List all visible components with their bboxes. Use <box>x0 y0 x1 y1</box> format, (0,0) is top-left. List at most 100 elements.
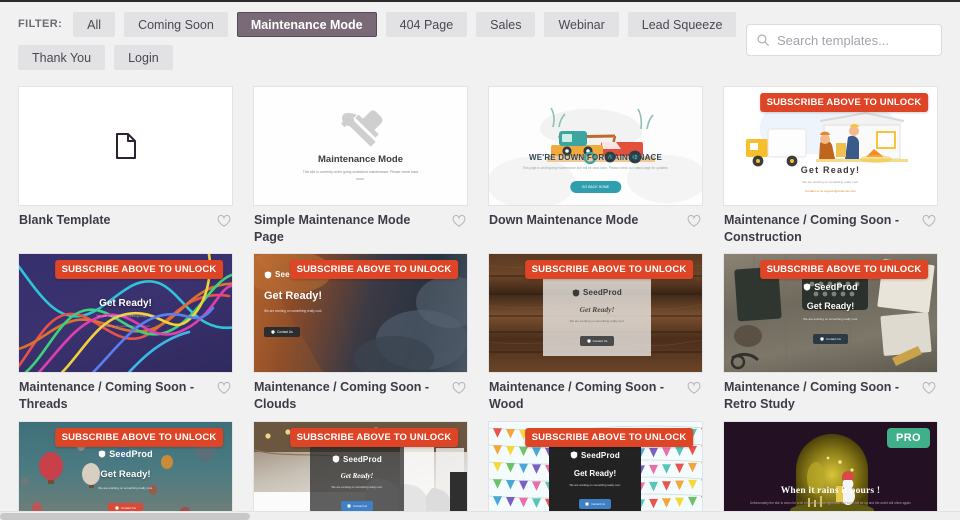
heart-icon[interactable] <box>687 214 701 228</box>
filter-chip-all[interactable]: All <box>73 12 116 37</box>
template-thumbnail[interactable] <box>18 86 233 206</box>
unlock-badge: SUBSCRIBE ABOVE TO UNLOCK <box>54 260 224 280</box>
filter-chip-coming-soon[interactable]: Coming Soon <box>124 12 228 37</box>
heart-icon[interactable] <box>452 214 466 228</box>
heart-icon[interactable] <box>452 381 466 395</box>
shield-icon <box>271 330 275 334</box>
template-thumbnail[interactable]: SeedProd Get Ready! We are working on so… <box>253 253 468 374</box>
filter-chip-login[interactable]: Login <box>114 45 173 70</box>
thumbnail-headline: Get Ready! <box>264 290 323 303</box>
heart-icon[interactable] <box>217 214 231 228</box>
template-title: Maintenance / Coming Soon - Threads <box>19 380 195 411</box>
unlock-badge: SUBSCRIBE ABOVE TO UNLOCK <box>759 260 929 280</box>
thumbnail-button-label: Contact Us <box>277 329 293 334</box>
thumbnail-headline: Get Ready! <box>99 298 152 310</box>
unlock-badge: SUBSCRIBE ABOVE TO UNLOCK <box>54 427 224 447</box>
template-card-footer: Maintenance / Coming Soon - Clouds <box>253 373 468 412</box>
filter-chip-thank-you[interactable]: Thank You <box>18 45 106 70</box>
thumbnail-subtext: Unfortunately the site is down for a bit… <box>749 500 912 505</box>
search-input[interactable] <box>777 32 932 48</box>
thumbnail-button: Contact Us <box>264 326 300 337</box>
filter-chip-lead-squeeze[interactable]: Lead Squeeze <box>627 12 737 37</box>
template-card[interactable]: Get Ready! We are working on something r… <box>18 253 233 412</box>
template-thumbnail[interactable]: WE'RE DOWN FOR MAINTENACE This page is u… <box>488 86 703 206</box>
shield-icon <box>347 503 351 508</box>
seedprod-logo: SeedProd <box>803 282 858 292</box>
thumbnail-subtext: We are working on something really cool. <box>98 485 153 490</box>
scrollbar-thumb[interactable] <box>0 513 250 520</box>
template-thumbnail[interactable]: SeedProd Get Ready! We are working on so… <box>253 420 468 516</box>
filter-chip-maintenance-mode[interactable]: Maintenance Mode <box>236 12 377 37</box>
search-box[interactable] <box>746 24 942 56</box>
template-card[interactable]: WE'RE DOWN FOR MAINTENACE This page is u… <box>488 86 703 245</box>
template-thumbnail[interactable]: Maintenance Mode This site is currently … <box>253 86 468 206</box>
template-card[interactable]: Get Ready! We are working on something r… <box>723 86 938 245</box>
template-thumbnail[interactable]: SeedProd Get Ready! We are working on so… <box>488 253 703 374</box>
filter-chip-row: FILTER: All Coming Soon Maintenance Mode… <box>18 12 738 70</box>
logo-text: SeedProd <box>583 288 622 298</box>
thumbnail-headline: Get Ready! <box>579 305 615 315</box>
shield-icon <box>115 505 119 510</box>
unlock-badge: SUBSCRIBE ABOVE TO UNLOCK <box>524 427 694 447</box>
thumbnail-subtext: We are working on something really cool. <box>569 319 625 324</box>
template-card-footer: Blank Template <box>18 206 233 229</box>
heart-icon[interactable] <box>922 214 936 228</box>
seedprod-mark-icon <box>98 449 106 458</box>
template-thumbnail[interactable]: SeedProd Get Ready! We are working on so… <box>723 253 938 374</box>
template-card-footer: Maintenance / Coming Soon - Construction <box>723 206 938 245</box>
template-card[interactable]: SeedProd Get Ready! We are working on so… <box>253 420 468 516</box>
thumbnail-subtext: This page is undergoing maintenance and … <box>522 166 669 170</box>
thumbnail-button-label: Contact Us <box>826 337 841 342</box>
template-library-page: FILTER: All Coming Soon Maintenance Mode… <box>0 0 960 520</box>
thumbnail-headline: Get Ready! <box>800 165 861 175</box>
template-title: Maintenance / Coming Soon - Clouds <box>254 380 430 411</box>
template-thumbnail[interactable]: Get Ready! We are working on something r… <box>723 86 938 206</box>
simple-maintenance-artwork: Maintenance Mode This site is currently … <box>254 87 467 205</box>
thumbnail-headline: When it rains it pours ! <box>780 485 881 496</box>
template-card-footer: Simple Maintenance Mode Page <box>253 206 468 245</box>
thumbnail-button: Contact Us <box>579 336 615 347</box>
filter-chip-sales[interactable]: Sales <box>476 12 536 37</box>
blank-artwork <box>19 87 232 205</box>
pro-badge: PRO <box>886 427 930 448</box>
template-thumbnail[interactable]: SeedProd Get Ready! We are working on so… <box>18 420 233 516</box>
logo-text: SeedProd <box>109 448 153 459</box>
thumbnail-subtext: This site is currently under going sched… <box>302 170 419 181</box>
template-title: Blank Template <box>19 213 111 227</box>
thumbnail-headline: Maintenance Mode <box>318 154 403 166</box>
horizontal-scrollbar[interactable] <box>0 511 960 520</box>
template-card[interactable]: SeedProd Get Ready! We are working on so… <box>488 420 703 516</box>
heart-icon[interactable] <box>922 381 936 395</box>
template-thumbnail[interactable]: SeedProd Get Ready! We are working on so… <box>488 420 703 516</box>
wrench-hammer-icon <box>340 110 382 147</box>
heart-icon[interactable] <box>217 381 231 395</box>
template-card[interactable]: When it rains it pours ! Unfortunately t… <box>723 420 938 516</box>
filter-chip-404-page[interactable]: 404 Page <box>385 12 468 37</box>
thumbnail-subtext: We are working on something really cool. <box>569 482 621 487</box>
template-thumbnail[interactable]: When it rains it pours ! Unfortunately t… <box>723 420 938 516</box>
template-card[interactable]: Maintenance Mode This site is currently … <box>253 86 468 245</box>
shield-icon <box>585 501 589 506</box>
template-card[interactable]: SeedProd Get Ready! We are working on so… <box>488 253 703 412</box>
heart-icon[interactable] <box>687 381 701 395</box>
seedprod-mark-icon <box>572 289 580 297</box>
template-card[interactable]: SeedProd Get Ready! We are working on so… <box>18 420 233 516</box>
document-icon <box>115 133 136 159</box>
seedprod-mark-icon <box>332 455 340 463</box>
template-card[interactable]: Blank Template <box>18 86 233 245</box>
seedprod-mark-icon <box>803 283 811 291</box>
thumbnail-button: GO BACK HOME <box>569 181 622 193</box>
thumbnail-button: Contact Us <box>579 498 611 509</box>
thumbnail-subtext: We are working on something really cool. <box>803 317 858 322</box>
logo-text: SeedProd <box>343 454 382 464</box>
seedprod-logo: SeedProd <box>572 288 622 297</box>
thumbnail-button: Contact Us <box>341 500 373 511</box>
template-thumbnail[interactable]: Get Ready! We are working on something r… <box>18 253 233 374</box>
template-card[interactable]: SeedProd Get Ready! We are working on so… <box>253 253 468 412</box>
thumbnail-headline: Get Ready! <box>806 301 855 312</box>
thumbnail-button-label: Contact Us <box>591 501 605 506</box>
seedprod-mark-icon <box>570 451 578 459</box>
template-card[interactable]: SeedProd Get Ready! We are working on so… <box>723 253 938 412</box>
template-title: Simple Maintenance Mode Page <box>254 213 411 244</box>
filter-chip-webinar[interactable]: Webinar <box>544 12 619 37</box>
